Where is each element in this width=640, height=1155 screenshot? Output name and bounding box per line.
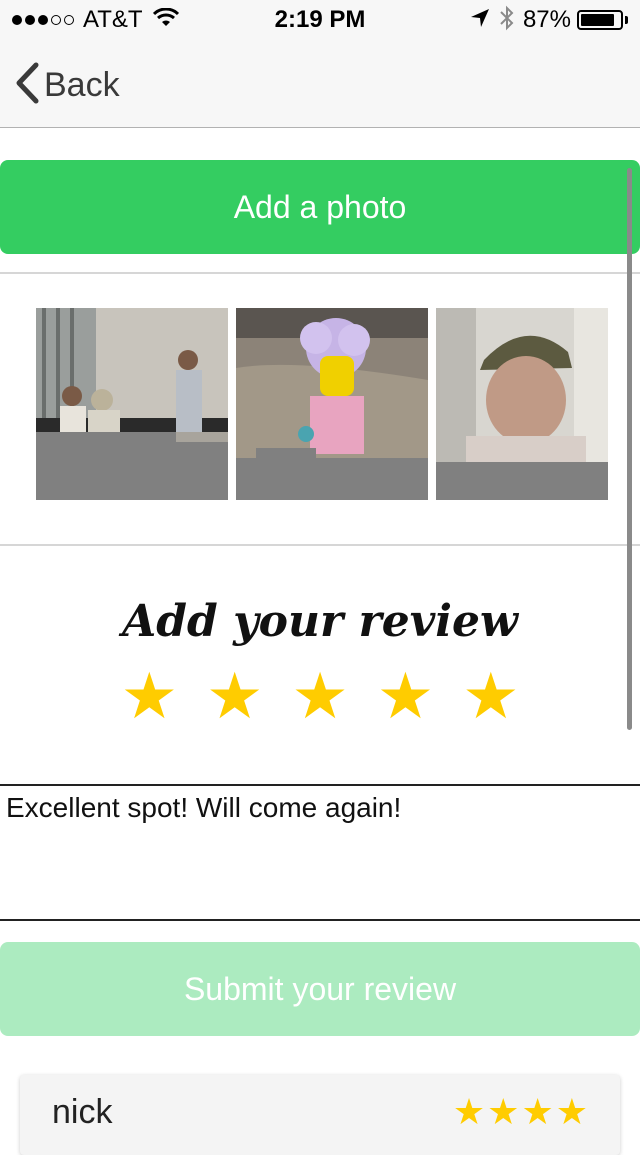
status-bar: AT&T 2:19 PM 87% [0,0,640,40]
rating-stars[interactable]: ★ ★ ★ ★ ★ [0,660,640,732]
bluetooth-icon [499,5,515,36]
status-right: 87% [469,5,628,36]
back-button[interactable]: Back [14,62,120,109]
scrollbar[interactable] [627,168,632,730]
add-photo-button[interactable]: Add a photo [0,160,640,254]
back-label: Back [44,66,120,104]
divider [0,272,640,274]
reviewer-name: nick [52,1093,113,1131]
battery-percent: 87% [522,6,571,33]
nav-bar: Back [0,40,640,128]
submit-review-button[interactable]: Submit your review [0,942,640,1036]
review-text-input[interactable]: Excellent spot! Will come again! [0,784,640,921]
star-icon[interactable]: ★ [377,660,434,732]
review-title: Add your review [122,596,518,647]
photo-people-meeting[interactable] [36,308,228,500]
battery-icon [577,10,623,30]
star-icon[interactable]: ★ [462,660,519,732]
review-star-icons: ★★★★ [452,1091,590,1132]
divider [0,544,640,546]
battery-fill [581,14,614,26]
photo-man-cap[interactable] [436,308,608,500]
star-icon[interactable]: ★ [291,660,348,732]
review-text: Excellent spot! Will come again! [6,792,402,823]
star-icon[interactable]: ★ [121,660,178,732]
star-icon[interactable]: ★ [206,660,263,732]
chevron-left-icon [14,62,40,109]
photo-lego-figure[interactable] [236,308,428,500]
location-arrow-icon [469,7,491,34]
review-card: nick ★★★★ [20,1075,620,1155]
battery-cap [625,16,628,24]
